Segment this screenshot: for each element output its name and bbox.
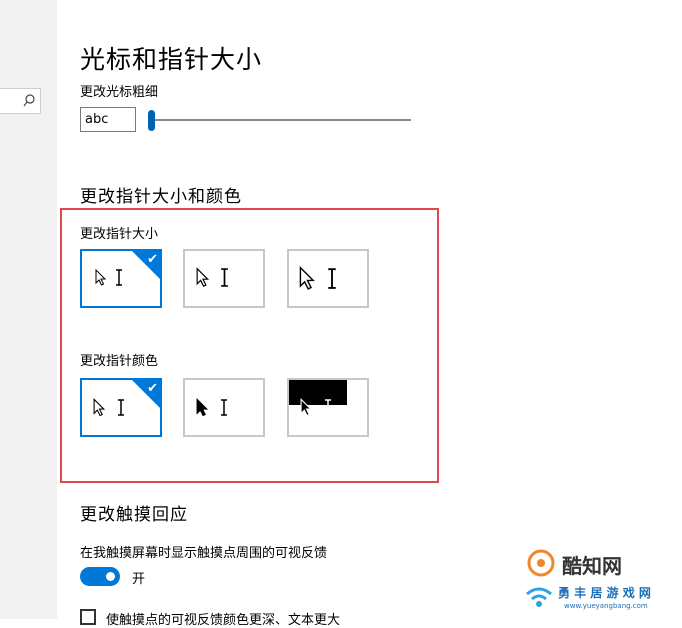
cursor-thickness-slider-track[interactable] xyxy=(152,119,411,121)
wifi-icon xyxy=(526,587,552,607)
watermark-brand: 酷知网 xyxy=(562,554,622,578)
cursor-preview-field: abc xyxy=(80,107,136,132)
cursor-thickness-label: 更改光标粗细 xyxy=(80,85,159,100)
sidebar xyxy=(0,0,57,619)
search-icon xyxy=(23,94,35,107)
search-input[interactable] xyxy=(0,88,41,114)
page-title: 光标和指针大小 xyxy=(80,45,263,74)
watermark-url: www.yueyangbang.com xyxy=(564,602,648,610)
toggle-state-label: 开 xyxy=(132,572,146,587)
watermark: 酷知网 勇 丰 居 游 戏 网 www.yueyangbang.com xyxy=(524,548,674,614)
pointer-section-title: 更改指针大小和颜色 xyxy=(80,187,242,207)
highlight-frame xyxy=(60,208,439,483)
touch-feedback-toggle[interactable] xyxy=(80,567,120,586)
touch-section-title: 更改触摸回应 xyxy=(80,505,188,525)
touch-feedback-label: 在我触摸屏幕时显示触摸点周围的可视反馈 xyxy=(80,546,328,561)
darker-feedback-checkbox[interactable] xyxy=(80,609,96,625)
logo-icon xyxy=(527,549,555,577)
watermark-subtitle: 勇 丰 居 游 戏 网 xyxy=(558,586,651,600)
cursor-thickness-slider-thumb[interactable] xyxy=(148,110,155,131)
